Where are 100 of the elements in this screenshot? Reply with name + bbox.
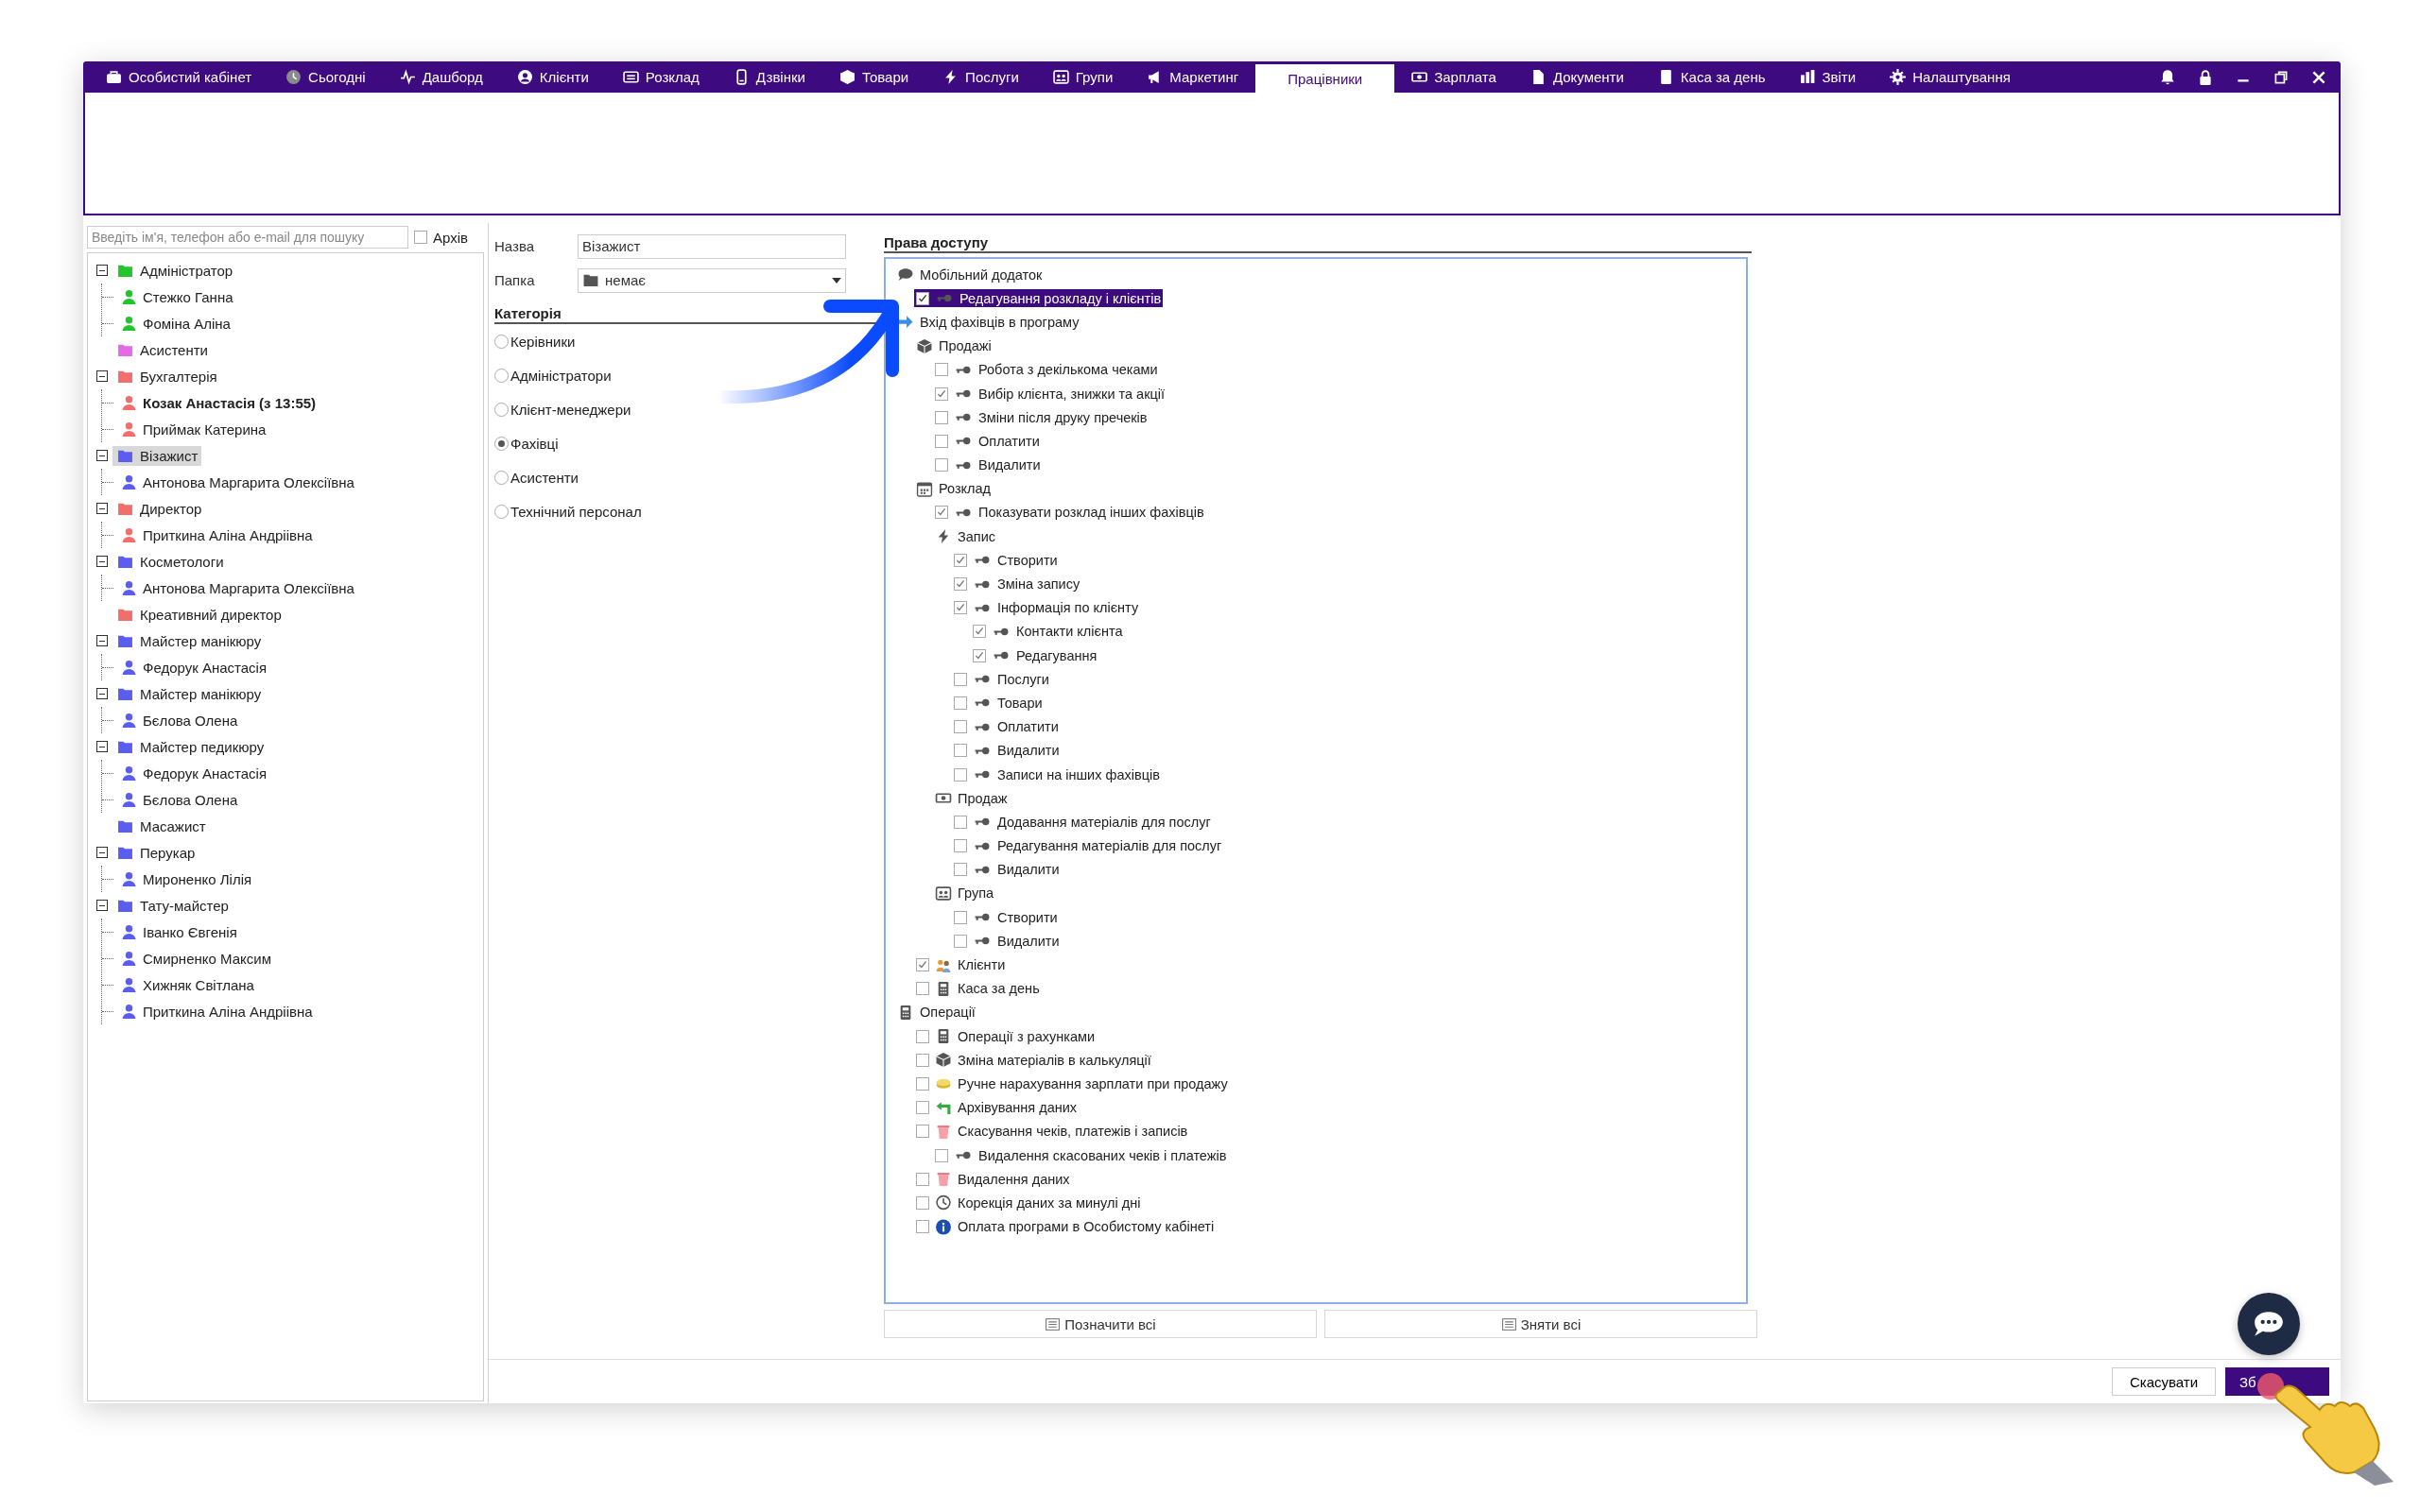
- checkbox[interactable]: [916, 1125, 929, 1139]
- checkbox[interactable]: [935, 410, 948, 424]
- permission-item[interactable]: Послуги: [952, 670, 1051, 689]
- menu-tab[interactable]: Клієнти: [499, 61, 606, 93]
- permission-item[interactable]: Робота з декількома чеками: [933, 360, 1160, 379]
- group-item[interactable]: Директор: [112, 498, 206, 519]
- checkbox[interactable]: [954, 720, 967, 734]
- group-item[interactable]: Адміністратор: [112, 260, 237, 281]
- employee-item[interactable]: Антонова Маргарита Олексіївна: [143, 473, 354, 490]
- menu-tab[interactable]: Дашборд: [382, 61, 500, 93]
- permission-item[interactable]: Оплатити: [933, 432, 1042, 451]
- folder-dropdown[interactable]: немає: [578, 267, 846, 293]
- menu-tab[interactable]: Документи: [1512, 61, 1641, 93]
- archive-checkbox[interactable]: [414, 231, 427, 244]
- clear-all-button[interactable]: Зняти всі: [1324, 1310, 1757, 1338]
- checkbox[interactable]: [916, 1220, 929, 1234]
- menu-tab[interactable]: Маркетинг: [1130, 61, 1256, 93]
- checkbox[interactable]: [954, 744, 967, 758]
- permission-item[interactable]: Видалити: [933, 455, 1043, 474]
- menu-tab[interactable]: Сьогодні: [268, 61, 383, 93]
- permission-item[interactable]: Видалити: [952, 741, 1062, 760]
- permission-item[interactable]: Оплатити: [952, 717, 1061, 736]
- checkbox[interactable]: [954, 839, 967, 853]
- permission-item[interactable]: Контакти клієнта: [971, 622, 1125, 641]
- collapse-toggle[interactable]: [96, 370, 108, 382]
- checkbox[interactable]: [916, 291, 929, 305]
- checkbox[interactable]: [935, 363, 948, 377]
- permission-item[interactable]: Зміни після друку пречеків: [933, 408, 1150, 427]
- employee-item[interactable]: Хижняк Світлана: [143, 976, 254, 993]
- permission-item[interactable]: Видалення даних: [914, 1170, 1072, 1189]
- checkbox[interactable]: [916, 982, 929, 996]
- permission-item[interactable]: Операції: [895, 1003, 977, 1022]
- employee-item[interactable]: Стежко Ганна: [143, 288, 233, 305]
- checkbox[interactable]: [935, 434, 948, 448]
- menu-tab[interactable]: Групи: [1035, 61, 1131, 93]
- permission-item[interactable]: Оплата програми в Особистому кабінеті: [914, 1217, 1217, 1236]
- select-all-button[interactable]: Позначити всі: [884, 1310, 1317, 1338]
- lock-icon[interactable]: [2197, 68, 2214, 86]
- menu-tab[interactable]: Налаштування: [1873, 61, 2028, 93]
- checkbox[interactable]: [954, 672, 967, 686]
- group-item[interactable]: Креативний директор: [112, 604, 285, 625]
- employee-item[interactable]: Приткина Аліна Андріівна: [143, 526, 313, 543]
- menu-tab[interactable]: Каса за день: [1640, 61, 1783, 93]
- menu-tab[interactable]: Товари: [821, 61, 926, 93]
- checkbox[interactable]: [916, 1053, 929, 1067]
- group-item[interactable]: Майстер манікюру: [112, 630, 266, 651]
- checkbox[interactable]: [954, 601, 967, 615]
- employee-item[interactable]: Федорук Анастасія: [143, 659, 268, 676]
- notification-icon[interactable]: [2159, 68, 2176, 86]
- checkbox[interactable]: [954, 577, 967, 592]
- collapse-toggle[interactable]: [96, 450, 108, 461]
- permission-item[interactable]: Скасування чеків, платежів і записів: [914, 1122, 1190, 1141]
- checkbox[interactable]: [916, 1172, 929, 1186]
- permission-item[interactable]: Видалити: [952, 932, 1062, 951]
- permission-item[interactable]: Вхід фахівців в програму: [895, 313, 1081, 332]
- permission-item[interactable]: Товари: [952, 694, 1045, 713]
- checkbox[interactable]: [935, 1148, 948, 1162]
- group-item[interactable]: Косметологи: [112, 551, 228, 572]
- checkbox[interactable]: [954, 553, 967, 567]
- collapse-toggle[interactable]: [96, 503, 108, 514]
- checkbox[interactable]: [954, 910, 967, 924]
- permission-item[interactable]: Видалення скасованих чеків і платежів: [933, 1146, 1229, 1165]
- permission-item[interactable]: Мобільний додаток: [895, 266, 1045, 284]
- permission-item[interactable]: Продаж: [933, 789, 1010, 808]
- employee-item[interactable]: Фоміна Аліна: [143, 315, 231, 332]
- employee-item[interactable]: Мироненко Лілія: [143, 870, 252, 887]
- group-item[interactable]: Тату-майстер: [112, 895, 233, 916]
- employee-item[interactable]: Антонова Маргарита Олексіївна: [143, 579, 354, 596]
- name-field[interactable]: Візажист: [578, 233, 846, 259]
- permission-item[interactable]: Зміна запису: [952, 575, 1082, 593]
- permission-item[interactable]: Створити: [952, 551, 1060, 570]
- permission-item[interactable]: Зміна матеріалів в калькуляції: [914, 1051, 1153, 1070]
- collapse-toggle[interactable]: [96, 635, 108, 646]
- checkbox[interactable]: [954, 934, 967, 948]
- menu-tab[interactable]: Працівники: [1255, 64, 1395, 93]
- permission-item[interactable]: Група: [933, 884, 996, 902]
- group-item[interactable]: Майстер манікюру: [112, 683, 266, 704]
- group-item[interactable]: Майстер педикюру: [112, 736, 268, 757]
- group-item[interactable]: Масажист: [112, 816, 210, 836]
- collapse-toggle[interactable]: [96, 556, 108, 567]
- checkbox[interactable]: [954, 696, 967, 710]
- collapse-toggle[interactable]: [96, 900, 108, 911]
- employee-item[interactable]: Бєлова Олена: [143, 712, 238, 729]
- checkbox[interactable]: [916, 1101, 929, 1115]
- permission-item[interactable]: Корекція даних за минулі дні: [914, 1194, 1143, 1212]
- search-field[interactable]: Введіть ім'я, телефон або e-mail для пошуку: [87, 226, 408, 249]
- group-item[interactable]: Бухгалтерія: [112, 366, 221, 387]
- menu-tab[interactable]: Дзвінки: [716, 61, 822, 93]
- permission-item[interactable]: Запис: [933, 527, 998, 546]
- checkbox[interactable]: [916, 958, 929, 972]
- menu-tab[interactable]: Особистий кабінет: [89, 61, 269, 93]
- permission-item[interactable]: Додавання матеріалів для послуг: [952, 813, 1213, 832]
- permission-item[interactable]: Продажі: [914, 336, 994, 355]
- permission-item[interactable]: Редагування: [971, 646, 1099, 665]
- permission-item[interactable]: Редагування матеріалів для послуг: [952, 836, 1224, 855]
- permission-item[interactable]: Клієнти: [914, 955, 1008, 974]
- permission-item[interactable]: Каса за день: [914, 979, 1042, 998]
- checkbox[interactable]: [916, 1076, 929, 1091]
- employee-item[interactable]: Смирненко Максим: [143, 950, 271, 967]
- employee-item[interactable]: Федорук Анастасія: [143, 765, 268, 782]
